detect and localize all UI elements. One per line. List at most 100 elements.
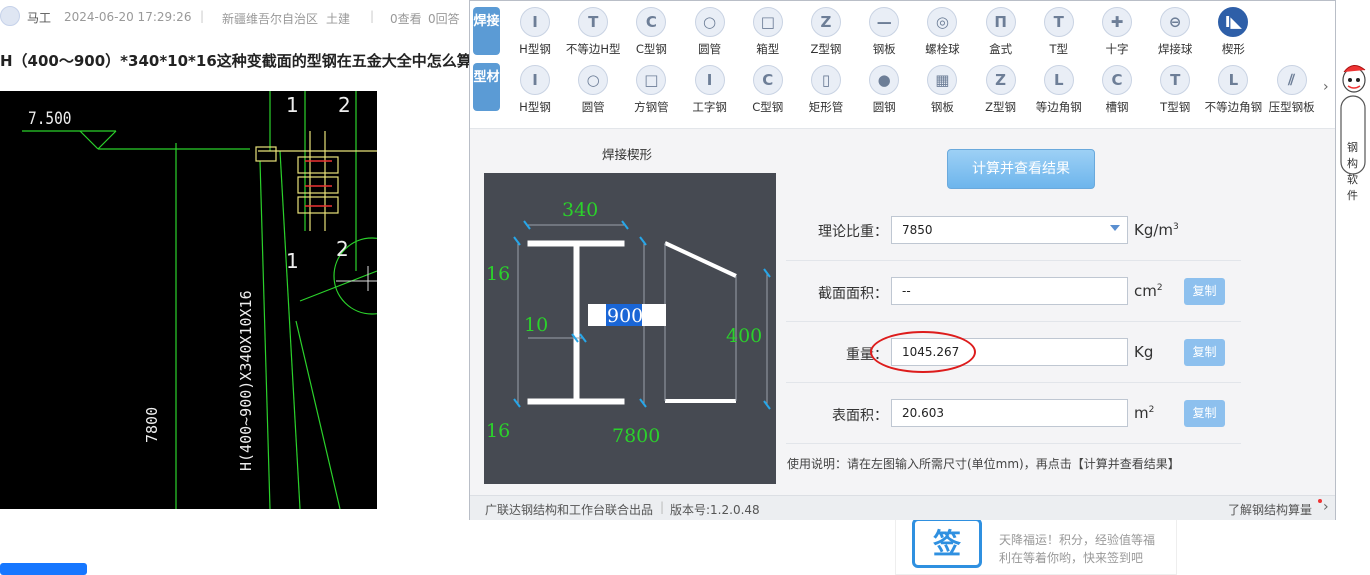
divider xyxy=(786,321,1241,322)
surface-label: 表面积： xyxy=(832,408,888,424)
shape-tool[interactable]: I H型钢 xyxy=(506,65,564,121)
chevron-right-icon[interactable]: › xyxy=(1323,499,1329,515)
shape-label: Z型钢 xyxy=(810,42,842,56)
shape-tool[interactable]: Z Z型钢 xyxy=(972,65,1030,121)
shape-icon: L xyxy=(1043,65,1074,95)
tab-welded[interactable]: 焊接 xyxy=(473,7,500,55)
shape-tool[interactable]: I 工字钢 xyxy=(681,65,739,121)
shape-tool[interactable]: T T型 xyxy=(1030,7,1088,63)
version-text: 版本号:1.2.0.48 xyxy=(670,503,760,517)
shape-icon: I xyxy=(520,7,550,37)
steel-calculator-window: 焊接 型材 I H型钢 T 不等边H型 C C型钢 ○ 圆管 □ 箱型 Z Z型钢 — 钢板 ◎ 螺栓球 Π 盒式… xyxy=(469,0,1336,520)
shape-tool[interactable]: ◎ 螺栓球 xyxy=(913,7,971,63)
shape-tool[interactable]: ▯ 矩形管 xyxy=(797,65,855,121)
shape-tool[interactable]: L 不等边角钢 xyxy=(1204,65,1262,121)
header-separator: | xyxy=(200,9,205,23)
copy-area-button[interactable]: 复制 xyxy=(1184,278,1225,305)
shape-label: Z型钢 xyxy=(985,100,1017,114)
copy-weight-button[interactable]: 复制 xyxy=(1184,339,1225,366)
shape-label: 圆管 xyxy=(698,42,722,56)
credit-text: 广联达钢结构和工作台联合出品 xyxy=(485,503,654,517)
shape-tool[interactable]: C C型钢 xyxy=(739,65,797,121)
shape-icon: I◣ xyxy=(1218,7,1249,37)
shape-icon: C xyxy=(752,65,783,95)
author-avatar[interactable] xyxy=(0,6,20,26)
shape-tool[interactable]: I◣ 楔形 xyxy=(1204,7,1262,63)
shape-tool[interactable]: □ 方钢管 xyxy=(622,65,680,121)
sign-in-text: 天降福运！积分，经验值等福 xyxy=(999,533,1156,547)
chevron-right-icon[interactable]: › xyxy=(1323,79,1329,95)
shape-label: 工字钢 xyxy=(692,100,727,114)
calculate-button[interactable]: 计算并查看结果 xyxy=(947,149,1095,189)
shape-tool[interactable]: C 槽钢 xyxy=(1088,65,1146,121)
dim-width[interactable]: 340 xyxy=(562,199,598,221)
shape-icon: I xyxy=(694,65,725,95)
divider xyxy=(786,260,1241,261)
dim-bottom-flange[interactable]: 16 xyxy=(486,420,510,442)
shape-tool[interactable]: Z Z型钢 xyxy=(797,7,855,63)
shape-tool[interactable]: I H型钢 xyxy=(506,7,564,63)
shape-icon: ● xyxy=(869,65,900,95)
shape-icon: ⫽ xyxy=(1276,65,1307,95)
density-select[interactable]: 7850 xyxy=(891,216,1128,244)
shape-tool[interactable]: ● 圆钢 xyxy=(855,65,913,121)
shape-icon: □ xyxy=(752,7,783,37)
dim-web[interactable]: 10 xyxy=(524,314,548,336)
shape-label: C型钢 xyxy=(752,100,784,114)
bottom-action-button[interactable] xyxy=(0,563,87,575)
cad-grid-label-2b: 2 xyxy=(336,237,349,261)
shape-label: 箱型 xyxy=(756,42,780,56)
shape-tool[interactable]: ○ 圆管 xyxy=(564,65,622,121)
dim-height-max-input[interactable]: 900 xyxy=(607,305,643,327)
sign-in-text: 利在等着你哟，快来签到吧 xyxy=(999,551,1144,565)
dim-length[interactable]: 7800 xyxy=(612,425,660,447)
shape-label: H型钢 xyxy=(519,42,551,56)
shape-tool[interactable]: T T型钢 xyxy=(1146,65,1204,121)
shape-label: 十字 xyxy=(1105,42,1129,56)
shape-icon: I xyxy=(520,65,550,95)
shape-icon: C xyxy=(636,7,667,37)
cad-grid-label-1b: 1 xyxy=(286,249,299,273)
cad-elevation-label: 7.500 xyxy=(28,109,72,129)
post-category[interactable]: 土建 xyxy=(326,10,350,27)
shape-icon: ▯ xyxy=(811,65,841,95)
shape-tool[interactable]: L 等边角钢 xyxy=(1030,65,1088,121)
shape-icon: L xyxy=(1218,65,1249,95)
shape-tool[interactable]: ▦ 钢板 xyxy=(913,65,971,121)
copy-surface-button[interactable]: 复制 xyxy=(1184,400,1225,427)
shape-label: 焊接球 xyxy=(1157,42,1193,56)
cad-length-label: 7800 xyxy=(143,406,161,443)
shape-tool[interactable]: ⊖ 焊接球 xyxy=(1146,7,1204,63)
chevron-down-icon[interactable] xyxy=(1110,225,1120,231)
shape-icon: ▦ xyxy=(927,65,958,95)
shape-tool[interactable]: □ 箱型 xyxy=(739,7,797,63)
shape-icon: ⊖ xyxy=(1160,7,1191,37)
tab-profile[interactable]: 型材 xyxy=(473,63,500,111)
shape-tool[interactable]: T 不等边H型 xyxy=(564,7,622,63)
learn-more-link[interactable]: 了解钢结构算量 xyxy=(1228,501,1312,518)
area-field[interactable]: -- xyxy=(891,277,1128,305)
shape-label: T型 xyxy=(1049,42,1069,56)
shape-icon: □ xyxy=(636,65,667,95)
author-name[interactable]: 马工 xyxy=(27,9,51,26)
shape-label: T型钢 xyxy=(1160,100,1191,114)
shape-tool[interactable]: ✚ 十字 xyxy=(1088,7,1146,63)
dim-height-min[interactable]: 400 xyxy=(726,325,762,347)
shape-tool[interactable]: ○ 圆管 xyxy=(681,7,739,63)
shape-icon: ✚ xyxy=(1102,7,1132,37)
post-date: 2024-06-20 17:29:26 xyxy=(64,10,192,24)
sign-in-icon[interactable]: 签 xyxy=(912,518,982,568)
dim-top-flange[interactable]: 16 xyxy=(486,263,510,285)
shape-icon: Z xyxy=(985,65,1016,95)
divider xyxy=(786,443,1241,444)
shape-tool[interactable]: — 钢板 xyxy=(855,7,913,63)
shape-tool[interactable]: ⫽ 压型钢板 xyxy=(1263,65,1321,121)
wedge-section-diagram: 340 16 10 900 400 16 7800 xyxy=(484,173,776,484)
shape-label: 楔形 xyxy=(1221,42,1245,56)
shape-label: 螺栓球 xyxy=(925,42,960,56)
mascot-icon[interactable]: 钢构软件 xyxy=(1337,60,1369,202)
shape-tool[interactable]: Π 盒式 xyxy=(972,7,1030,63)
surface-field[interactable]: 20.603 xyxy=(891,399,1128,427)
cad-section-label: H(400~900)X340X10X16 xyxy=(237,290,255,471)
shape-tool[interactable]: C C型钢 xyxy=(622,7,680,63)
